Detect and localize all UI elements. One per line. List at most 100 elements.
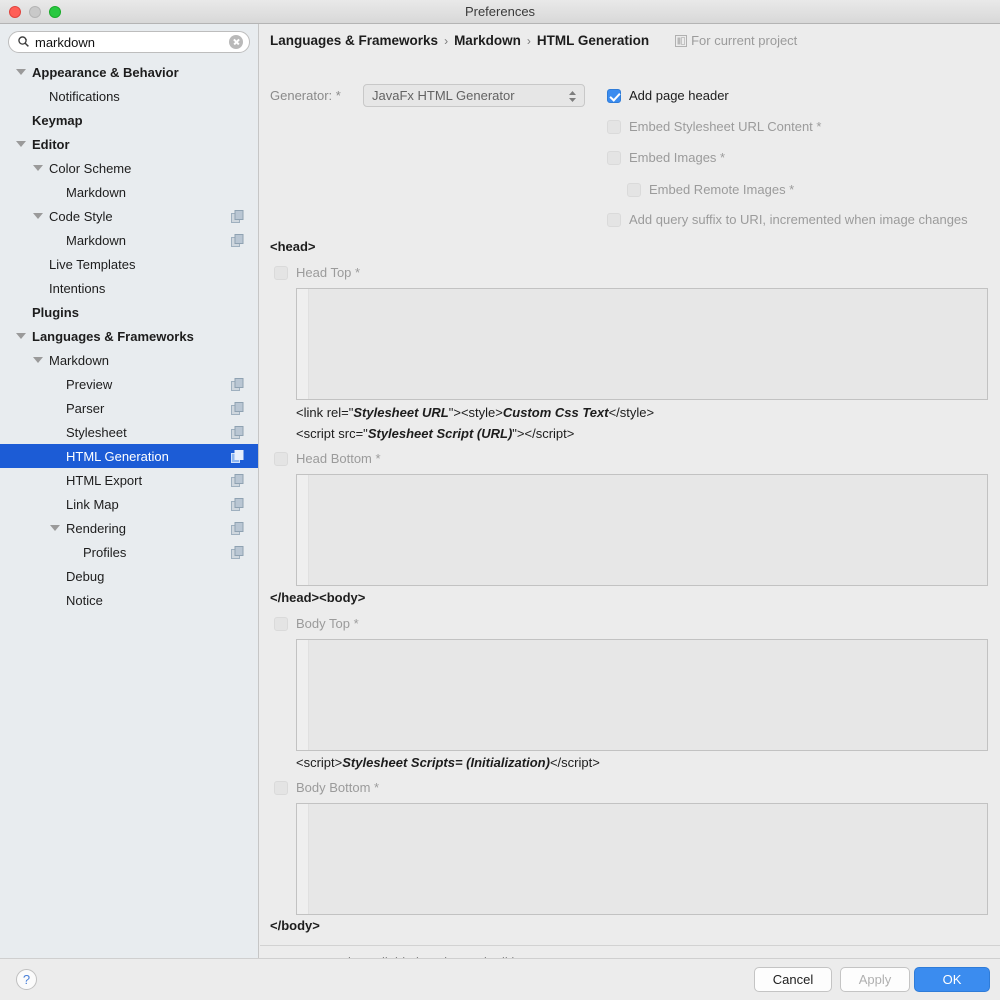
copy-settings-icon[interactable]	[231, 449, 244, 463]
copy-settings-icon[interactable]	[231, 545, 244, 559]
copy-settings-icon[interactable]	[231, 209, 244, 223]
search-input[interactable]	[33, 33, 229, 51]
head-bottom-textarea[interactable]	[296, 474, 988, 586]
sidebar-item-label: Preview	[66, 376, 113, 392]
sidebar-item-markdown[interactable]: Markdown	[0, 228, 258, 252]
option-embed-images[interactable]: Embed Images *	[607, 150, 725, 165]
cancel-button[interactable]: Cancel	[754, 967, 832, 992]
link-line-pre: <link rel="	[296, 405, 354, 420]
sidebar-item-label: Appearance & Behavior	[32, 64, 179, 80]
sidebar-item-label: Rendering	[66, 520, 126, 536]
settings-tree: Appearance & Behavior Notifications Keymap…	[0, 57, 258, 612]
sidebar-item-profiles[interactable]: Profiles	[0, 540, 258, 564]
copy-settings-icon[interactable]	[231, 497, 244, 511]
window-titlebar: Preferences	[0, 0, 1000, 24]
sidebar-item-html-generation[interactable]: HTML Generation	[0, 444, 258, 468]
chevron-down-icon[interactable]	[16, 333, 26, 339]
search-container	[0, 24, 258, 57]
option-label: Embed Remote Images *	[649, 182, 795, 197]
option-embed-remote-images[interactable]: Embed Remote Images *	[627, 182, 794, 197]
project-scope-label: For current project	[691, 33, 798, 48]
sidebar-item-editor[interactable]: Editor	[0, 132, 258, 156]
generator-select[interactable]: JavaFx HTML Generator	[363, 84, 585, 107]
checkbox-add-page-header[interactable]	[607, 88, 621, 103]
chevron-down-icon[interactable]	[50, 525, 60, 531]
field-head-top[interactable]: Head Top *	[274, 265, 360, 280]
copy-settings-icon[interactable]	[231, 425, 244, 439]
link-line-stylesheet-url[interactable]: Stylesheet URL	[353, 405, 448, 420]
chevron-down-icon[interactable]	[33, 357, 43, 363]
sidebar-item-debug[interactable]: Debug	[0, 564, 258, 588]
clear-search-icon[interactable]	[229, 35, 243, 49]
chevron-down-icon[interactable]	[33, 213, 43, 219]
sidebar-item-markdown[interactable]: Markdown	[0, 180, 258, 204]
copy-settings-icon[interactable]	[231, 521, 244, 535]
body-bottom-textarea[interactable]	[296, 803, 988, 915]
script-line-post: "></script>	[512, 426, 575, 441]
copy-settings-icon[interactable]	[231, 233, 244, 247]
chevron-down-icon[interactable]	[16, 141, 26, 147]
apply-button[interactable]: Apply	[840, 967, 910, 992]
option-embed-stylesheet-url-content[interactable]: Embed Stylesheet URL Content *	[607, 119, 821, 134]
sidebar-item-parser[interactable]: Parser	[0, 396, 258, 420]
checkbox-head-bottom[interactable]	[274, 451, 288, 466]
copy-settings-icon[interactable]	[231, 401, 244, 415]
sidebar-item-label: Color Scheme	[49, 160, 132, 176]
sidebar-item-stylesheet[interactable]: Stylesheet	[0, 420, 258, 444]
sidebar-item-keymap[interactable]: Keymap	[0, 108, 258, 132]
chevron-down-icon[interactable]	[16, 69, 26, 75]
checkbox-body-top[interactable]	[274, 616, 288, 631]
sidebar-item-rendering[interactable]: Rendering	[0, 516, 258, 540]
checkbox-embed-stylesheet-url-content[interactable]	[607, 119, 621, 134]
field-head-bottom[interactable]: Head Bottom *	[274, 451, 381, 466]
chevron-down-icon[interactable]	[33, 165, 43, 171]
field-label: Head Top *	[296, 265, 361, 280]
sidebar-item-notifications[interactable]: Notifications	[0, 84, 258, 108]
sidebar-item-label: Live Templates	[49, 256, 136, 272]
checkbox-head-top[interactable]	[274, 265, 288, 280]
field-body-bottom[interactable]: Body Bottom *	[274, 780, 379, 795]
sidebar-item-label: Markdown	[66, 232, 126, 248]
sidebar-item-markdown[interactable]: Markdown	[0, 348, 258, 372]
link-line-custom-css-text[interactable]: Custom Css Text	[503, 405, 609, 420]
checkbox-add-query-suffix[interactable]	[607, 212, 621, 227]
search-box[interactable]	[8, 31, 250, 53]
ok-button[interactable]: OK	[914, 967, 990, 992]
breadcrumb-item-0[interactable]: Languages & Frameworks	[270, 33, 438, 48]
sidebar-item-plugins[interactable]: Plugins	[0, 300, 258, 324]
sidebar-item-appearance-behavior[interactable]: Appearance & Behavior	[0, 60, 258, 84]
head-top-textarea[interactable]	[296, 288, 988, 400]
generator-label: Generator: *	[270, 88, 341, 103]
option-label: Add page header	[629, 88, 729, 103]
script-line-stylesheet-script-url[interactable]: Stylesheet Script (URL)	[368, 426, 512, 441]
checkbox-embed-remote-images[interactable]	[627, 182, 641, 197]
breadcrumb-item-2: HTML Generation	[536, 33, 650, 48]
sidebar-item-code-style[interactable]: Code Style	[0, 204, 258, 228]
checkbox-embed-images[interactable]	[607, 150, 621, 165]
copy-settings-icon[interactable]	[231, 473, 244, 487]
sidebar-item-preview[interactable]: Preview	[0, 372, 258, 396]
breadcrumb-item-1[interactable]: Markdown	[454, 33, 521, 48]
stepper-updown-icon[interactable]	[568, 89, 577, 104]
sidebar-item-html-export[interactable]: HTML Export	[0, 468, 258, 492]
sidebar-item-intentions[interactable]: Intentions	[0, 276, 258, 300]
body-top-textarea[interactable]	[296, 639, 988, 751]
link-line-mid: "><style>	[448, 405, 503, 420]
sidebar-item-live-templates[interactable]: Live Templates	[0, 252, 258, 276]
checkbox-body-bottom[interactable]	[274, 780, 288, 795]
body-close-tag: </body>	[270, 918, 320, 933]
head-open-tag: <head>	[270, 239, 316, 254]
help-button[interactable]: ?	[16, 969, 37, 990]
sidebar-item-color-scheme[interactable]: Color Scheme	[0, 156, 258, 180]
dialog-button-bar: ? Cancel Apply OK	[0, 958, 1000, 1000]
sidebar-item-label: HTML Generation	[66, 448, 169, 464]
option-add-page-header[interactable]: Add page header	[607, 88, 729, 103]
sidebar-item-link-map[interactable]: Link Map	[0, 492, 258, 516]
link-line-post: </style>	[608, 405, 655, 420]
sidebar-item-notice[interactable]: Notice	[0, 588, 258, 612]
option-add-query-suffix[interactable]: Add query suffix to URI, incremented whe…	[607, 212, 968, 227]
copy-settings-icon[interactable]	[231, 377, 244, 391]
field-body-top[interactable]: Body Top *	[274, 616, 359, 631]
sidebar-item-languages-frameworks[interactable]: Languages & Frameworks	[0, 324, 258, 348]
init-script-stylesheet-scripts[interactable]: Stylesheet Scripts= (Initialization)	[342, 755, 550, 770]
